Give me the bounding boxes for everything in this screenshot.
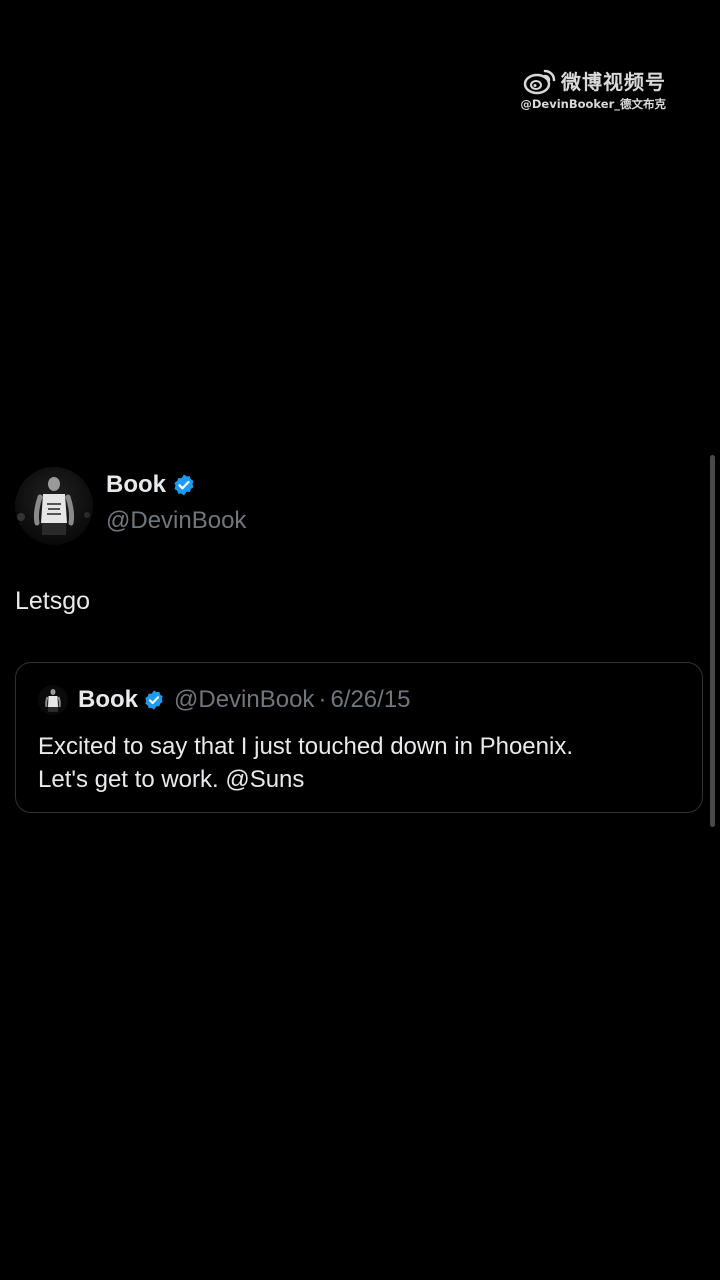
tweet-text: Letsgo bbox=[15, 587, 91, 615]
quoted-tweet-header: Book @DevinBook · 6/26/15 bbox=[38, 685, 411, 715]
author-handle[interactable]: @DevinBook bbox=[106, 507, 246, 535]
quoted-avatar-person-graphic bbox=[45, 689, 61, 712]
quoted-date[interactable]: 6/26/15 bbox=[330, 686, 410, 714]
quoted-display-name[interactable]: Book bbox=[78, 686, 138, 714]
quoted-avatar[interactable] bbox=[38, 685, 68, 715]
quoted-text-line-2: Let's get to work. @Suns bbox=[38, 766, 305, 793]
author-text: Book @DevinBook bbox=[106, 471, 246, 535]
quoted-verified-badge-icon bbox=[145, 690, 163, 710]
weibo-icon bbox=[523, 69, 556, 94]
watermark-brand: 微博视频号 bbox=[561, 70, 666, 94]
scrollbar[interactable] bbox=[710, 455, 715, 827]
display-name[interactable]: Book bbox=[106, 471, 166, 499]
quoted-text-line-1: Excited to say that I just touched down … bbox=[38, 733, 573, 760]
watermark-brand-row: 微博视频号 bbox=[520, 66, 666, 95]
avatar-person-graphic bbox=[17, 477, 90, 535]
quoted-tweet[interactable]: Book @DevinBook · 6/26/15 Excited to say… bbox=[15, 662, 703, 813]
watermark-handle: @DevinBooker_德文布克 bbox=[520, 97, 666, 111]
quoted-tweet-text: Excited to say that I just touched down … bbox=[38, 730, 678, 796]
weibo-watermark: 微博视频号 @DevinBooker_德文布克 bbox=[520, 66, 666, 112]
avatar[interactable] bbox=[15, 467, 93, 545]
name-row: Book bbox=[106, 471, 246, 499]
verified-badge-icon bbox=[174, 474, 194, 496]
separator-dot: · bbox=[318, 686, 327, 713]
tweet-author[interactable]: Book @DevinBook bbox=[15, 467, 246, 545]
tweet: Book @DevinBook Letsgo Book @DevinBook ·… bbox=[0, 455, 720, 830]
quoted-handle[interactable]: @DevinBook bbox=[174, 686, 314, 714]
